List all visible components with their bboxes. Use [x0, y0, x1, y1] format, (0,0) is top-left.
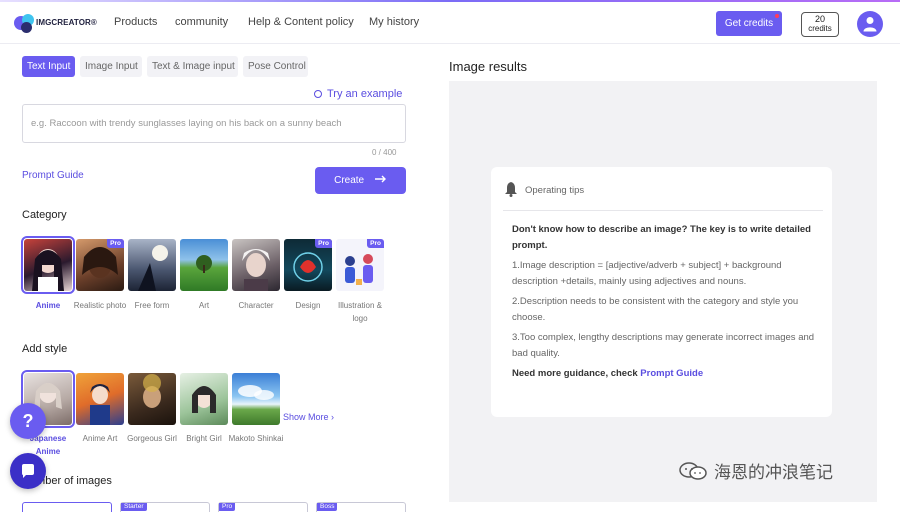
tips-body: Don't know how to describe an image? The… — [512, 222, 817, 387]
image-count-option-1[interactable] — [22, 502, 112, 512]
logo[interactable]: IMGCREATOR® — [14, 12, 97, 34]
category-label-character: Character — [238, 301, 274, 310]
tips-header-label: Operating tips — [525, 185, 585, 196]
pro-badge: Pro — [315, 239, 332, 248]
chat-button[interactable] — [10, 453, 46, 489]
image-results-title: Image results — [449, 59, 528, 74]
divider — [503, 210, 823, 211]
credits-count: 20 — [814, 14, 825, 24]
credits-label: credits — [808, 24, 832, 33]
operating-tips-card: Operating tips Don't know how to describ… — [491, 167, 832, 417]
bell-icon — [505, 182, 517, 197]
chat-icon — [22, 464, 34, 478]
tab-text-input[interactable]: Text Input — [22, 56, 75, 77]
category-title: Category — [22, 209, 67, 221]
image-count-option-boss[interactable]: Boss — [316, 502, 406, 512]
char-counter: 0 / 400 — [372, 148, 397, 157]
category-thumb-free-form[interactable] — [128, 239, 176, 291]
bright-girl-image — [192, 386, 216, 413]
pro-tag: Pro — [219, 503, 236, 511]
gorgeous-girl-image — [143, 374, 161, 408]
nav-products[interactable]: Products — [114, 16, 157, 28]
category-thumb-illustration-logo[interactable]: Pro — [336, 239, 384, 291]
category-thumb-design[interactable]: Pro — [284, 239, 332, 291]
prompt-guide-link[interactable]: Prompt Guide — [22, 170, 84, 181]
logo-text: IMGCREATOR® — [36, 18, 97, 27]
create-button[interactable]: Create — [315, 167, 406, 194]
category-thumb-art[interactable] — [180, 239, 228, 291]
style-label-gorgeous-girl: Gorgeous Girl — [127, 434, 177, 443]
makoto-shinkai-image — [238, 385, 274, 400]
tips-more: Need more guidance, check Prompt Guide — [512, 366, 817, 382]
boss-tag: Boss — [317, 503, 338, 511]
watermark: 海恩的冲浪笔记 — [678, 458, 833, 483]
style-thumb-anime-art[interactable] — [76, 373, 124, 425]
pro-badge: Pro — [107, 239, 124, 248]
create-label: Create — [334, 175, 365, 186]
style-label-makoto-shinkai: Makoto Shinkai — [228, 434, 284, 443]
try-example-link[interactable]: Try an example — [314, 88, 402, 100]
nav-community[interactable]: community — [175, 16, 228, 28]
watermark-text: 海恩的冲浪笔记 — [714, 463, 833, 483]
art-image — [196, 255, 212, 273]
style-thumb-gorgeous-girl[interactable] — [128, 373, 176, 425]
arrow-right-icon — [374, 175, 386, 183]
show-more-link[interactable]: Show More › — [283, 412, 334, 422]
category-label-realistic-photo: Realistic photo — [73, 301, 127, 310]
credits-counter[interactable]: 20 credits — [801, 12, 839, 37]
wechat-logo-icon — [679, 462, 707, 480]
category-label-art: Art — [198, 301, 210, 310]
chevron-right-icon: › — [331, 412, 335, 422]
logo-mark — [14, 12, 36, 34]
category-thumb-character[interactable] — [232, 239, 280, 291]
category-label-design: Design — [295, 301, 321, 310]
nav-help-content-policy[interactable]: Help & Content policy — [248, 16, 354, 28]
nav-my-history[interactable]: My history — [369, 16, 419, 28]
category-thumb-anime[interactable] — [21, 236, 75, 294]
starter-tag: Starter — [121, 503, 147, 511]
user-avatar[interactable] — [857, 11, 883, 37]
tips-more-prefix: Need more guidance, check — [512, 368, 641, 379]
header: IMGCREATOR® Products community Help & Co… — [0, 2, 900, 44]
tab-pose-control[interactable]: Pose Control — [243, 56, 308, 77]
category-label-anime: Anime — [35, 301, 61, 310]
category-thumb-realistic-photo[interactable]: Pro — [76, 239, 124, 291]
free-form-image — [138, 245, 168, 291]
tips-lead: Don't know how to describe an image? The… — [512, 224, 811, 251]
show-more-label: Show More — [283, 412, 329, 422]
get-credits-label: Get credits — [724, 18, 774, 29]
tip-2: 2.Description needs to be consistent wit… — [512, 296, 799, 323]
style-label-anime-art: Anime Art — [82, 434, 118, 443]
anime-image — [32, 249, 64, 291]
tab-image-input[interactable]: Image Input — [80, 56, 142, 77]
prompt-guide-inline-link[interactable]: Prompt Guide — [640, 368, 703, 379]
character-image — [242, 249, 270, 291]
tab-text-image-input[interactable]: Text & Image input — [147, 56, 238, 77]
try-example-label: Try an example — [327, 88, 403, 100]
notification-dot — [775, 14, 779, 18]
circle-icon — [314, 90, 322, 98]
style-thumb-bright-girl[interactable] — [180, 373, 228, 425]
help-button[interactable]: ? — [10, 403, 46, 439]
get-credits-button[interactable]: Get credits — [716, 11, 782, 36]
image-count-option-starter[interactable]: Starter — [120, 502, 210, 512]
style-label-bright-girl: Bright Girl — [186, 434, 222, 443]
anime-art-image — [90, 384, 110, 425]
tips-header: Operating tips — [503, 181, 584, 197]
pro-badge: Pro — [367, 239, 384, 248]
image-count-option-pro[interactable]: Pro — [218, 502, 308, 512]
tip-1: 1.Image description = [adjective/adverb … — [512, 260, 782, 287]
add-style-title: Add style — [22, 343, 68, 355]
style-thumb-makoto-shinkai[interactable] — [232, 373, 280, 425]
prompt-input[interactable]: e.g. Raccoon with trendy sunglasses layi… — [22, 104, 406, 143]
category-label-free-form: Free form — [134, 301, 170, 310]
user-icon — [863, 17, 877, 32]
tip-3: 3.Too complex, lengthy descriptions may … — [512, 332, 815, 359]
category-label-illustration-logo: Illustration & logo — [337, 301, 383, 323]
